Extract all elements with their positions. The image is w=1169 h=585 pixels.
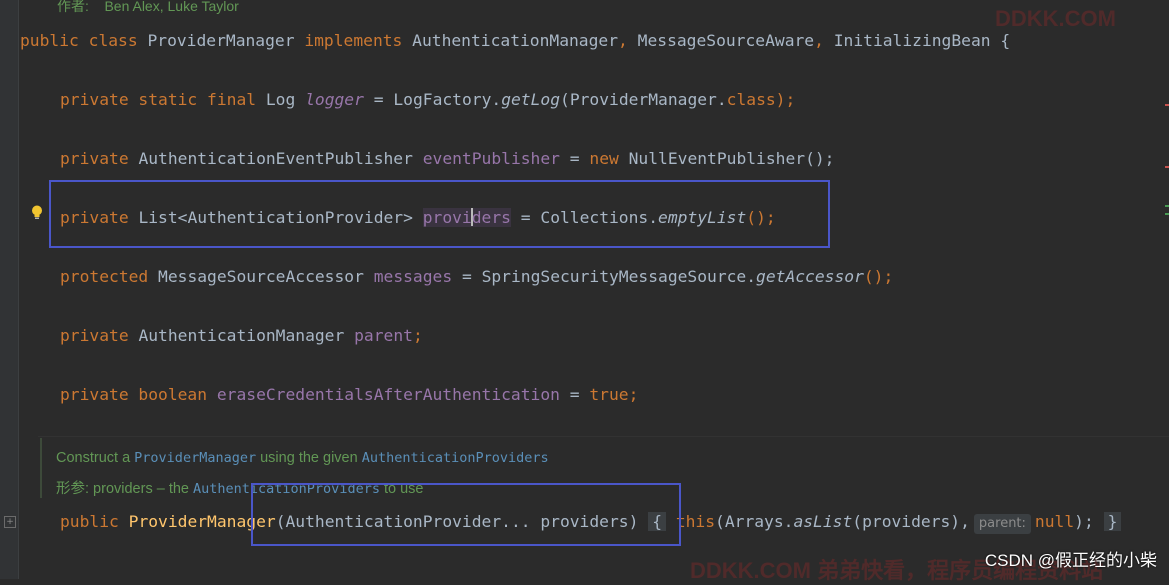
field-name: messages (373, 267, 453, 286)
field-name: eventPublisher (422, 149, 560, 168)
highlight-box-providers (49, 180, 830, 248)
method-call: asList (793, 512, 853, 531)
method-call: getLog (501, 90, 561, 109)
code-line-erase-credentials: private boolean eraseCredentialsAfterAut… (60, 384, 638, 406)
method-call: getAccessor (756, 267, 864, 286)
highlight-box-constructor (251, 483, 681, 546)
token: new (589, 149, 619, 168)
code-line-event-publisher: private AuthenticationEventPublisher eve… (60, 148, 834, 170)
token: implements (304, 31, 403, 50)
field-name: logger (305, 90, 364, 109)
token: public (60, 512, 119, 531)
field-name: parent (354, 326, 413, 345)
token: MessageSourceAccessor (158, 267, 364, 286)
token: NullEventPublisher(); (628, 149, 835, 168)
field-name: eraseCredentialsAfterAuthentication (216, 385, 560, 404)
token: this (675, 512, 716, 531)
token: private static final (60, 90, 257, 109)
token: true (589, 385, 629, 404)
token: Log (265, 90, 296, 109)
token: MessageSourceAware (637, 31, 815, 50)
change-marker (1165, 166, 1169, 168)
token: private (60, 326, 129, 345)
token: ; (412, 326, 423, 345)
token: ); (1074, 512, 1094, 531)
author-value: Ben Alex, Luke Taylor (104, 0, 239, 14)
token: LogFactory. (393, 90, 502, 109)
fold-toggle-icon[interactable]: + (4, 516, 16, 528)
token: InitializingBean (833, 31, 991, 50)
author-label: 作者: (57, 0, 89, 14)
code-line-messages: protected MessageSourceAccessor messages… (60, 266, 893, 288)
token: (); (863, 267, 894, 286)
token: AuthenticationManager (138, 326, 345, 345)
change-marker (1165, 213, 1169, 215)
token: private (60, 149, 129, 168)
token: = (373, 90, 384, 109)
token: null (1034, 512, 1075, 531)
divider (38, 436, 1169, 437)
token: (ProviderManager. (560, 90, 727, 109)
token: { (1000, 31, 1011, 50)
token: protected (60, 267, 149, 286)
token: = (569, 385, 580, 404)
token: ); (775, 90, 796, 109)
token: class (726, 90, 776, 109)
code-line-logger: private static final Log logger = LogFac… (60, 89, 795, 111)
class-name: ProviderManager (147, 31, 295, 50)
token: public (20, 31, 79, 50)
token: SpringSecurityMessageSource. (481, 267, 757, 286)
token: private boolean (60, 385, 208, 404)
token: } (1103, 512, 1122, 531)
watermark-top: DDKK.COM (995, 6, 1116, 31)
token: = (461, 267, 472, 286)
code-line-class-declaration: public class ProviderManager implements … (20, 31, 1011, 50)
code-line-parent: private AuthenticationManager parent; (60, 325, 423, 347)
javadoc-author: 作者: Ben Alex, Luke Taylor (57, 0, 239, 16)
change-marker (1165, 205, 1169, 207)
token: class (88, 31, 138, 50)
token: AuthenticationEventPublisher (138, 149, 413, 168)
token: = (569, 149, 580, 168)
parameter-hint: parent: (973, 514, 1031, 534)
token: ; (628, 385, 639, 404)
csdn-credit: CSDN @假正经的小柴 (984, 551, 1157, 570)
token: AuthenticationManager (412, 31, 619, 50)
javadoc-summary: Construct a ProviderManager using the gi… (56, 450, 549, 466)
token: (providers), (852, 512, 970, 531)
token: (Arrays. (715, 512, 794, 531)
editor-gutter (0, 0, 19, 579)
change-marker (1165, 104, 1169, 106)
